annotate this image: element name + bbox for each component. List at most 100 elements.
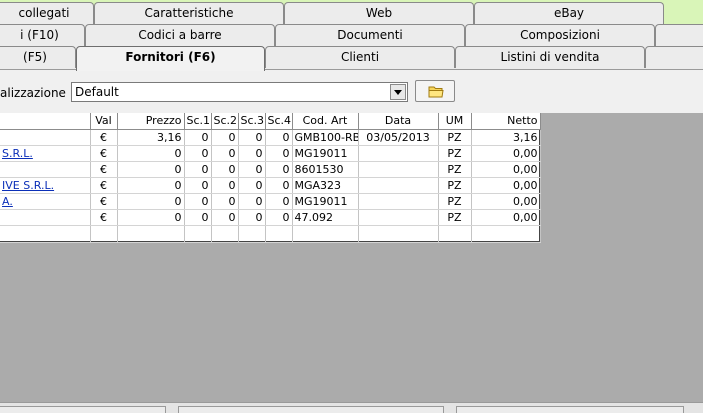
cell-sc3: 0 [238,177,266,194]
tab-caratteristiche[interactable]: Caratteristiche [94,2,284,24]
col-header-fornitore[interactable] [0,113,91,130]
col-header-sc3[interactable]: Sc.3 [238,113,266,130]
cell-prezzo: 0 [117,193,185,210]
table-row[interactable]: IVE S.R.L. €0 0 0 0 0 MGA323 PZ 0,00 [0,177,541,194]
empty-cell [238,225,266,243]
cell-sc4: 0 [265,129,293,146]
cell-sc3: 0 [238,161,266,178]
tab-label: eBay [553,6,585,20]
col-header-sc4[interactable]: Sc.4 [265,113,293,130]
col-header-data[interactable]: Data [358,113,439,130]
tab-listini-di-vendita[interactable]: Listini di vendita [455,46,645,68]
col-header-netto[interactable]: Netto [471,113,541,130]
tab-web[interactable]: Web [284,2,474,24]
layout-label: alizzazione : [0,86,74,100]
cell-netto: 3,16 [471,129,541,146]
table-row[interactable]: €0 0 0 0 0 8601530 PZ 0,00 [0,161,541,178]
col-header-prezzo[interactable]: Prezzo [117,113,185,130]
col-header-val[interactable]: Val [90,113,118,130]
cell-val: € [90,177,118,194]
empty-cell [211,225,239,243]
cell-data [358,193,439,210]
suppliers-table: Val Prezzo Sc.1 Sc.2 Sc.3 Sc.4 Cod. Art … [0,113,541,243]
cell-val: € [90,161,118,178]
cell-um: PZ [438,193,472,210]
cell-sc1: 0 [184,193,212,210]
folder-icon [428,86,444,98]
tab-row3-next[interactable] [645,46,703,68]
cell-val: € [90,129,118,146]
cell-fornitore[interactable]: IVE S.R.L. [0,177,91,194]
cell-sc2: 0 [211,177,239,194]
cell-sc4: 0 [265,145,293,162]
status-bar [0,402,703,413]
cell-fornitore[interactable] [0,161,91,178]
cell-fornitore [0,129,91,146]
status-segment [456,406,684,413]
cell-cod-art: GMB100-RB [292,129,359,146]
cell-data [358,161,439,178]
cell-um: PZ [438,161,472,178]
tab-label: Clienti [340,50,380,64]
cell-sc4: 0 [265,161,293,178]
tab-clienti[interactable]: Clienti [265,46,455,68]
tab-row2-next[interactable] [655,24,703,46]
cell-sc4: 0 [265,209,293,226]
cell-sc3: 0 [238,129,266,146]
suppliers-grid[interactable]: Val Prezzo Sc.1 Sc.2 Sc.3 Sc.4 Cod. Art … [0,113,541,243]
empty-cell [117,225,185,243]
col-header-sc2[interactable]: Sc.2 [211,113,239,130]
empty-row[interactable] [0,225,541,243]
cell-fornitore[interactable]: A. [0,193,91,210]
cell-data [358,145,439,162]
tab-label: Fornitori (F6) [125,50,216,64]
cell-netto: 0,00 [471,145,541,162]
tab-composizioni[interactable]: Composizioni [465,24,655,46]
tab-f5[interactable]: (F5) [0,46,76,68]
cell-um: PZ [438,177,472,194]
table-row[interactable]: A. €0 0 0 0 0 MG19011 PZ 0,00 [0,193,541,210]
table-row[interactable]: €0 0 0 0 0 47.092 PZ 0,00 [0,209,541,226]
open-folder-button[interactable] [415,80,455,102]
table-row[interactable]: S.R.L. €0 0 0 0 0 MG19011 PZ 0,00 [0,145,541,162]
tab-ebay[interactable]: eBay [474,2,664,24]
tab-label: Caratteristiche [144,6,234,20]
layout-select[interactable]: Default [71,82,408,102]
cell-prezzo: 0 [117,177,185,194]
col-header-cod-art[interactable]: Cod. Art [292,113,359,130]
empty-cell [90,225,118,243]
cell-um: PZ [438,209,472,226]
tab-label: i (F10) [20,28,59,42]
empty-cell [292,225,359,243]
cell-sc1: 0 [184,161,212,178]
tab-codici-a-barre[interactable]: Codici a barre [85,24,275,46]
cell-data [358,177,439,194]
cell-fornitore[interactable]: S.R.L. [0,145,91,162]
tab-f10[interactable]: i (F10) [0,24,85,46]
table-row[interactable]: €3,16 0 0 0 0 GMB100-RB 03/05/2013 PZ 3,16 [0,129,541,146]
empty-cell [184,225,212,243]
tab-label: Documenti [337,28,403,42]
cell-val: € [90,209,118,226]
cell-cod-art: 8601530 [292,161,359,178]
cell-fornitore [0,209,91,226]
col-header-sc1[interactable]: Sc.1 [184,113,212,130]
grid-header-row: Val Prezzo Sc.1 Sc.2 Sc.3 Sc.4 Cod. Art … [0,113,541,130]
empty-cell [0,225,91,243]
tab-fornitori[interactable]: Fornitori (F6) [76,46,265,71]
status-segment [178,406,444,413]
tab-label: Composizioni [520,28,600,42]
cell-sc4: 0 [265,177,293,194]
tab-documenti[interactable]: Documenti [275,24,465,46]
cell-netto: 0,00 [471,193,541,210]
cell-um: PZ [438,129,472,146]
layout-select-value: Default [75,85,119,99]
tab-label: Listini di vendita [500,50,600,64]
cell-prezzo: 0 [117,161,185,178]
cell-sc1: 0 [184,145,212,162]
col-header-um[interactable]: UM [438,113,472,130]
tab-collegati[interactable]: collegati [0,2,94,24]
empty-cell [358,225,439,243]
cell-cod-art: MG19011 [292,145,359,162]
chevron-down-icon[interactable] [390,84,406,100]
